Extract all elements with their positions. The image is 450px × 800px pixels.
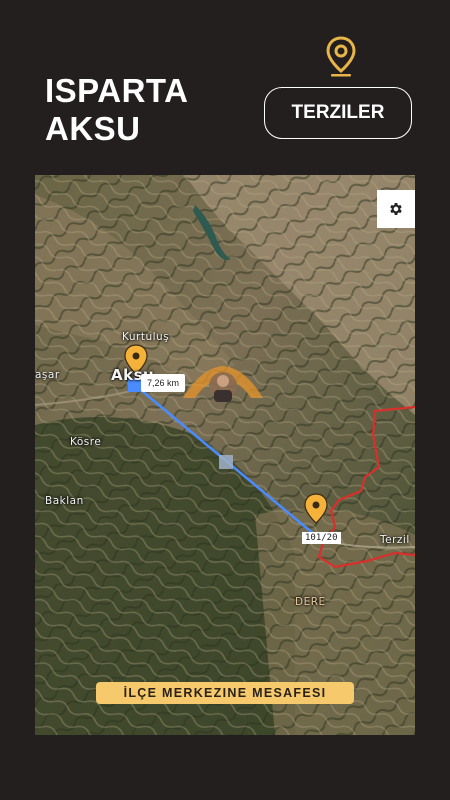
page-title: ISPARTA AKSU xyxy=(45,72,188,148)
terziler-button[interactable]: TERZILER xyxy=(264,87,412,139)
place-label-kosre: Kösre xyxy=(70,436,102,448)
distance-label: 7,26 km xyxy=(141,374,186,392)
place-label-baklan: Baklan xyxy=(45,495,84,507)
place-label-kurtulus: Kurtuluş xyxy=(122,331,170,343)
watermark-logo xyxy=(183,366,263,402)
title-line-1: ISPARTA xyxy=(45,72,189,109)
map-view[interactable]: Kurtuluş aşar Aksu Kösre Baklan Terzil D… xyxy=(35,175,415,735)
map-caption: İLÇE MERKEZINE MESAFESI xyxy=(96,682,354,704)
gear-icon xyxy=(390,203,402,215)
location-pin-icon xyxy=(326,36,356,77)
route-midpoint-handle[interactable] xyxy=(219,455,233,469)
satellite-terrain xyxy=(35,175,415,735)
destination-badge: 101/20 xyxy=(302,532,341,544)
place-label-asar: aşar xyxy=(35,369,60,381)
place-label-dere: DERE xyxy=(295,596,326,608)
place-label-terzil: Terzil xyxy=(380,534,410,546)
settings-button[interactable] xyxy=(377,190,415,228)
title-line-2: AKSU xyxy=(45,110,141,147)
